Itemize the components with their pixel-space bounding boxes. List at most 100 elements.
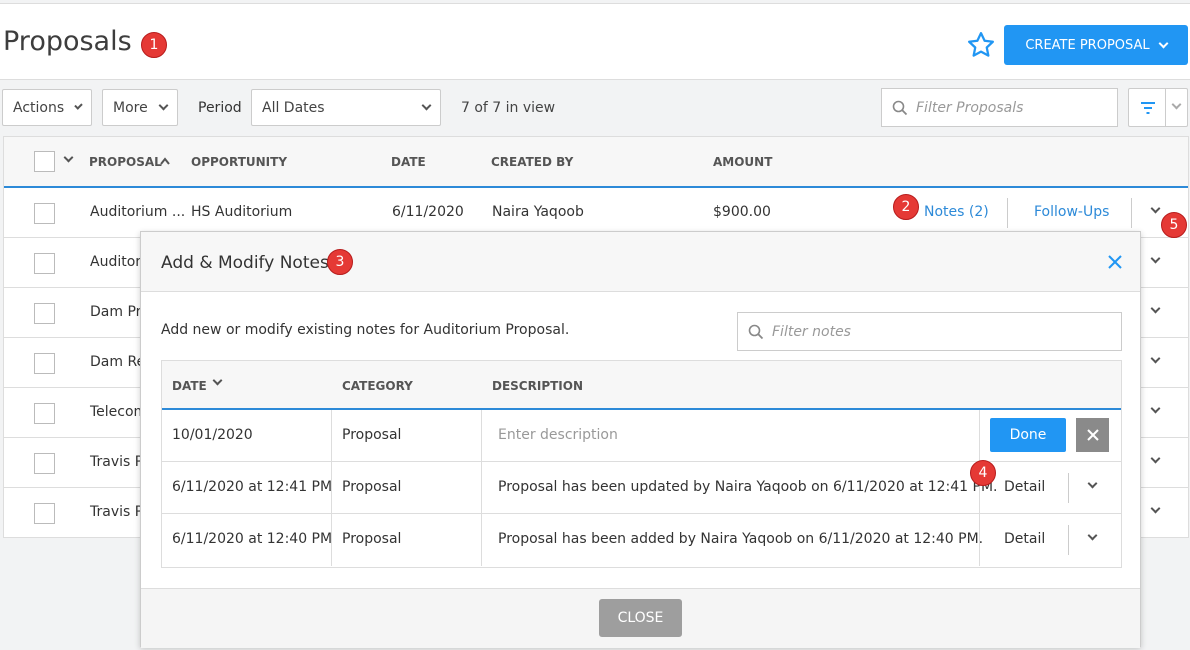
cancel-button[interactable] — [1076, 418, 1109, 452]
new-note-category[interactable]: Proposal — [342, 427, 401, 443]
row-checkbox[interactable] — [34, 403, 55, 424]
annotation-badge-4: 4 — [970, 460, 996, 486]
chevron-down-icon — [74, 101, 83, 110]
search-icon — [892, 100, 908, 115]
done-button[interactable]: Done — [990, 418, 1066, 452]
chevron-down-icon[interactable] — [1150, 403, 1161, 414]
row-checkbox[interactable] — [34, 453, 55, 474]
divider — [1007, 198, 1008, 228]
modal-footer: CLOSE — [141, 588, 1140, 648]
chevron-down-icon[interactable] — [1150, 453, 1161, 464]
close-button[interactable]: CLOSE — [599, 599, 682, 637]
row-checkbox[interactable] — [34, 253, 55, 274]
chevron-down-icon[interactable] — [1150, 503, 1161, 514]
chevron-down-icon[interactable] — [1171, 99, 1182, 110]
chevron-down-icon[interactable] — [1087, 530, 1098, 541]
created-by: Naira Yaqoob — [492, 204, 584, 220]
chevron-down-icon[interactable] — [212, 375, 223, 386]
chevron-down-icon[interactable] — [1150, 203, 1161, 214]
search-icon — [748, 324, 764, 339]
sort-ascending-icon — [160, 157, 170, 165]
note-date: 6/11/2020 at 12:40 PM — [172, 531, 333, 547]
proposal-name[interactable]: Telecom — [90, 404, 147, 420]
row-checkbox[interactable] — [34, 203, 55, 224]
notes-table: DATE CATEGORY DESCRIPTION 10/01/2020 Pro… — [161, 360, 1122, 568]
notes-modal: Add & Modify Notes 3 Add new or modify e… — [140, 231, 1141, 648]
period-select[interactable]: All Dates — [251, 89, 441, 126]
chevron-down-icon — [421, 100, 432, 111]
chevron-down-icon[interactable] — [1150, 253, 1161, 264]
annotation-badge-2: 2 — [893, 194, 919, 220]
proposal-name[interactable]: Travis P — [90, 504, 143, 520]
close-icon — [1086, 429, 1099, 441]
column-category[interactable]: CATEGORY — [342, 379, 413, 393]
modal-header: Add & Modify Notes 3 — [141, 232, 1140, 292]
select-all-checkbox[interactable] — [34, 151, 55, 172]
create-proposal-button[interactable]: CREATE PROPOSAL — [1004, 25, 1188, 65]
annotation-badge-1: 1 — [141, 32, 167, 58]
filter-proposals-input[interactable]: Filter Proposals — [881, 88, 1118, 127]
proposal-name[interactable]: Travis P — [90, 454, 143, 470]
column-proposal[interactable]: PROPOSAL — [89, 155, 162, 169]
chevron-down-icon[interactable] — [63, 152, 74, 163]
proposal-name[interactable]: Dam Re — [90, 354, 145, 370]
chevron-down-icon — [1158, 38, 1169, 48]
star-icon[interactable] — [966, 30, 996, 60]
proposal-name[interactable]: Auditorium ... — [90, 204, 185, 220]
modal-description: Add new or modify existing notes for Aud… — [161, 322, 570, 338]
note-category: Proposal — [342, 479, 402, 495]
in-view-count: 7 of 7 in view — [461, 100, 556, 116]
divider — [1165, 89, 1166, 126]
divider — [1131, 198, 1132, 228]
modal-title: Add & Modify Notes — [161, 253, 329, 273]
period-label: Period — [198, 100, 242, 116]
column-opportunity[interactable]: OPPORTUNITY — [191, 155, 287, 169]
note-row: 6/11/2020 at 12:40 PM Proposal Proposal … — [162, 514, 1121, 566]
chevron-down-icon[interactable] — [1150, 303, 1161, 314]
column-created-by[interactable]: CREATED BY — [491, 155, 573, 169]
description-input[interactable]: Enter description — [498, 427, 618, 443]
detail-link[interactable]: Detail — [1004, 479, 1045, 495]
more-dropdown[interactable]: More — [102, 89, 178, 126]
filter-options-button[interactable] — [1128, 88, 1188, 127]
column-divider — [979, 410, 980, 461]
close-icon[interactable] — [1107, 254, 1123, 270]
row-checkbox[interactable] — [34, 303, 55, 324]
proposal-name[interactable]: Dam Pr — [90, 304, 141, 320]
column-description[interactable]: DESCRIPTION — [492, 379, 583, 393]
chevron-down-icon — [158, 100, 169, 111]
row-checkbox[interactable] — [34, 353, 55, 374]
follow-ups-link[interactable]: Follow-Ups — [1034, 204, 1109, 220]
row-checkbox[interactable] — [34, 503, 55, 524]
close-label: CLOSE — [617, 610, 664, 626]
chevron-down-icon[interactable] — [1087, 478, 1098, 489]
column-divider — [481, 410, 482, 461]
note-category: Proposal — [342, 531, 402, 547]
create-proposal-label: CREATE PROPOSAL — [1025, 37, 1150, 53]
annotation-badge-3: 3 — [327, 249, 353, 275]
page-header: Proposals 1 CREATE PROPOSAL — [0, 3, 1190, 80]
divider — [1068, 473, 1069, 503]
amount: $900.00 — [713, 204, 771, 220]
annotation-badge-5: 5 — [1161, 212, 1187, 238]
actions-dropdown[interactable]: Actions — [2, 89, 92, 126]
column-date[interactable]: DATE — [172, 379, 207, 393]
notes-table-header: DATE CATEGORY DESCRIPTION — [162, 361, 1121, 410]
period-value: All Dates — [262, 99, 325, 116]
detail-link[interactable]: Detail — [1004, 531, 1045, 547]
page-title: Proposals — [3, 26, 132, 57]
filter-notes-input[interactable]: Filter notes — [737, 312, 1122, 351]
column-amount[interactable]: AMOUNT — [713, 155, 772, 169]
divider — [1068, 525, 1069, 555]
more-label: More — [113, 99, 148, 116]
filter-proposals-placeholder: Filter Proposals — [916, 99, 1024, 116]
done-label: Done — [1009, 427, 1047, 443]
column-date[interactable]: DATE — [391, 155, 426, 169]
note-description: Proposal has been added by Naira Yaqoob … — [498, 531, 984, 547]
table-header: PROPOSAL OPPORTUNITY DATE CREATED BY AMO… — [4, 137, 1188, 188]
notes-link[interactable]: Notes (2) — [924, 204, 989, 220]
new-note-date[interactable]: 10/01/2020 — [172, 427, 253, 443]
note-description: Proposal has been updated by Naira Yaqoo… — [498, 479, 998, 495]
proposal-name[interactable]: Auditori — [90, 254, 145, 270]
chevron-down-icon[interactable] — [1150, 353, 1161, 364]
